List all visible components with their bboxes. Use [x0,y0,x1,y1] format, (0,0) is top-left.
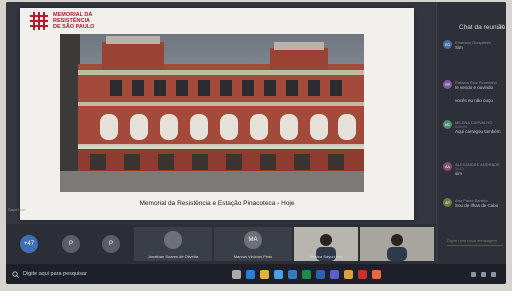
chat-message: RP Rafaela Ruiz Florentino te vendo e ouvi… [443,80,505,90]
avatar: AP [443,198,452,207]
chat-message-text: Aqui carregou também [455,129,501,134]
participant-tile[interactable]: Jonathan Soares de Oliveira [134,227,212,261]
avatar: MA [244,231,262,249]
network-icon[interactable] [471,271,476,277]
meeting-chat-panel: Chat da reunião ✕ EG Emerson Gonçalves Sim… [436,2,506,264]
taskbar-search-placeholder: Digite aqui para pesquisar [23,271,87,277]
chat-message-text: vocês eu não ouço [455,98,493,103]
teams-icon[interactable] [330,269,339,279]
search-icon [12,270,19,278]
chat-message: MC MILENA CARVALHO Externo Aqui carregou ta… [443,120,505,134]
paint-icon[interactable] [372,269,381,279]
participant-avatar[interactable]: +47 [20,235,38,253]
participant-video [387,234,407,261]
participant-tile[interactable]: MA Marcus Vinícius Pinto [214,227,292,261]
system-tray [471,271,496,277]
chat-message-text: Sou de Ilhas de Cabo [455,203,499,208]
participant-name: Jessica Sayuri Hori [308,254,344,259]
meeting-window: MEMORIAL DA RESISTÊNCIA DE SÃO PAULO Mem… [6,2,506,264]
avatar: RP [443,80,452,89]
chat-message: AA ALEXANDRE ANDRADE 19:13 sim [443,162,505,176]
chat-message: AP Ana Paula Barreto Sou de Ilhas de Cabo [443,198,505,208]
excel-icon[interactable] [302,269,311,279]
task-view-icon[interactable] [232,269,241,279]
explorer-icon[interactable] [260,269,269,279]
slide-caption: Memorial da Resistência e Estação Pinaco… [139,200,295,207]
logo-line-3: DE SÃO PAULO [53,24,95,30]
acrobat-icon[interactable] [358,269,367,279]
presenter-label: Sayu Hori [8,207,26,212]
chrome-icon[interactable] [344,269,353,279]
word-icon[interactable] [316,269,325,279]
store-icon[interactable] [274,269,283,279]
memorial-logo: MEMORIAL DA RESISTÊNCIA DE SÃO PAULO [30,12,94,30]
volume-icon[interactable] [481,271,486,277]
participant-tile[interactable]: Jessica Sayuri Hori [294,227,358,261]
chat-message-input[interactable]: Digite uma nova mensagem [447,236,503,246]
chat-message-text: te vendo e ouvindo [455,85,494,90]
avatar [164,231,182,249]
memorial-logo-icon [30,12,48,30]
participant-tile[interactable] [360,227,434,261]
participants-strip: +47 P P Jonathan Soares de Oliveira MA Marcus… [6,224,436,264]
participant-name: Jonathan Soares de Oliveira [147,254,199,259]
edge-icon[interactable] [246,269,255,279]
chat-message: EG Emerson Gonçalves Sim [443,40,505,50]
taskbar-search[interactable]: Digite aqui para pesquisar [12,270,162,278]
chat-message-text: sim [455,171,462,176]
windows-taskbar: Digite aqui para pesquisar [6,264,506,284]
participant-name: Marcus Vinícius Pinto [233,254,273,259]
monitor-screen: MEMORIAL DA RESISTÊNCIA DE SÃO PAULO Mem… [6,2,506,284]
participant-avatar[interactable]: P [102,235,120,253]
participant-avatar[interactable]: P [62,235,80,253]
avatar: MC [443,120,452,129]
close-icon[interactable]: ✕ [499,23,505,31]
mail-icon[interactable] [288,269,297,279]
avatar: AA [443,162,452,171]
avatar: EG [443,40,452,49]
chat-message: vocês eu não ouço [455,98,505,103]
chat-message-text: Sim [455,45,463,50]
building-photo [60,34,364,192]
shared-slide: MEMORIAL DA RESISTÊNCIA DE SÃO PAULO Mem… [20,8,414,220]
battery-icon[interactable] [491,271,496,277]
